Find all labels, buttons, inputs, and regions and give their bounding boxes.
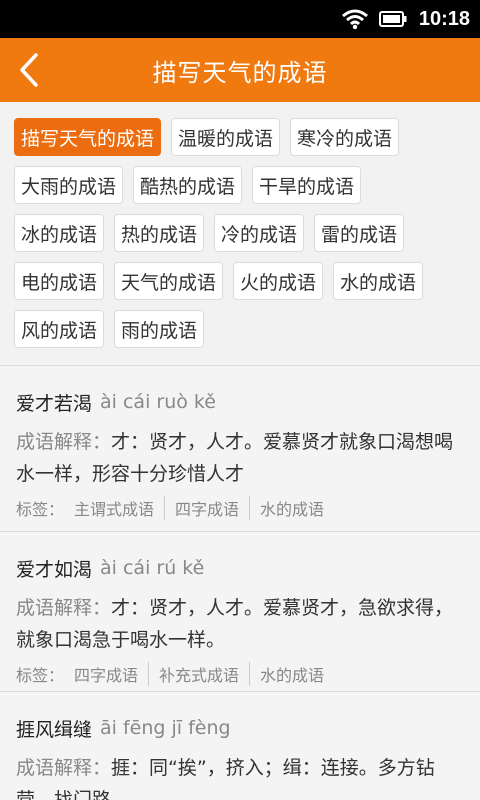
- wifi-icon: [341, 9, 368, 30]
- tag-scorching[interactable]: 酷热的成语: [133, 166, 243, 204]
- tag-ice[interactable]: 冰的成语: [14, 214, 105, 252]
- tag-water[interactable]: 水的成语: [333, 262, 424, 300]
- definition-label: 成语解释：: [16, 757, 112, 779]
- label-tag[interactable]: 补充式成语: [148, 662, 249, 686]
- labels-title: 标签：: [16, 500, 65, 519]
- tag-row: 电的成语 天气的成语 火的成语 水的成语: [14, 262, 468, 300]
- tag-weather-general[interactable]: 天气的成语: [114, 262, 224, 300]
- tag-lightning[interactable]: 电的成语: [14, 262, 105, 300]
- tag-row: 冰的成语 热的成语 冷的成语 雷的成语: [14, 214, 468, 252]
- idiom-labels: 标签： 四字成语 补充式成语 水的成语: [16, 660, 464, 688]
- idiom-labels: 标签： 主谓式成语 四字成语 水的成语: [16, 494, 464, 522]
- status-bar: 10:18: [0, 0, 480, 38]
- label-tag[interactable]: 主谓式成语: [64, 496, 164, 520]
- label-tag[interactable]: 水的成语: [249, 662, 334, 686]
- tag-thunder[interactable]: 雷的成语: [314, 214, 405, 252]
- tag-row: 风的成语 雨的成语: [14, 310, 468, 348]
- tag-row: 大雨的成语 酷热的成语 干旱的成语: [14, 166, 468, 204]
- label-tag[interactable]: 四字成语: [164, 496, 249, 520]
- tag-fire[interactable]: 火的成语: [233, 262, 324, 300]
- tag-hot[interactable]: 热的成语: [114, 214, 205, 252]
- definition-label: 成语解释：: [16, 597, 112, 619]
- idiom-heading: 捱风缉缝 āi fēng jī fèng: [16, 714, 464, 742]
- tag-wind[interactable]: 风的成语: [14, 310, 105, 348]
- idiom-list[interactable]: 爱才若渴 ài cái ruò kě 成语解释：才：贤才，人才。爱慕贤才就象口渴…: [0, 366, 480, 800]
- tag-warm[interactable]: 温暖的成语: [171, 118, 281, 156]
- tag-row: 描写天气的成语 温暖的成语 寒冷的成语: [14, 118, 468, 156]
- idiom-definition: 成语解释：才：贤才，人才。爱慕贤才就象口渴想喝水一样，形容十分珍惜人才: [16, 426, 464, 490]
- labels-title: 标签：: [16, 666, 65, 685]
- tag-cold[interactable]: 寒冷的成语: [290, 118, 400, 156]
- status-time: 10:18: [418, 7, 470, 30]
- tag-chilly[interactable]: 冷的成语: [214, 214, 305, 252]
- tag-drought[interactable]: 干旱的成语: [252, 166, 362, 204]
- idiom-pinyin: ài cái rú kě: [100, 557, 205, 579]
- idiom-pinyin: ài cái ruò kě: [100, 391, 216, 413]
- app-bar: 描写天气的成语: [0, 38, 480, 102]
- list-item[interactable]: 爱才如渴 ài cái rú kě 成语解释：才：贤才，人才。爱慕贤才，急欲求得…: [0, 532, 480, 692]
- category-tags: 描写天气的成语 温暖的成语 寒冷的成语 大雨的成语 酷热的成语 干旱的成语 冰的…: [0, 102, 480, 366]
- battery-icon: [378, 11, 407, 27]
- idiom-pinyin: āi fēng jī fèng: [100, 717, 231, 739]
- label-tag[interactable]: 水的成语: [249, 496, 334, 520]
- tag-weather[interactable]: 描写天气的成语: [14, 118, 162, 156]
- idiom-word: 捱风缉缝: [16, 718, 93, 741]
- idiom-word: 爱才如渴: [16, 558, 93, 581]
- list-item[interactable]: 爱才若渴 ài cái ruò kě 成语解释：才：贤才，人才。爱慕贤才就象口渴…: [0, 366, 480, 532]
- page-title: 描写天气的成语: [152, 58, 328, 87]
- idiom-definition: 成语解释：捱：同“挨”，挤入；缉：连接。多方钻营，找门路。: [16, 752, 464, 800]
- idiom-heading: 爱才若渴 ài cái ruò kě: [16, 388, 464, 416]
- chevron-left-icon: [20, 53, 38, 87]
- label-tag[interactable]: 四字成语: [64, 662, 148, 686]
- definition-label: 成语解释：: [16, 431, 112, 453]
- idiom-definition: 成语解释：才：贤才，人才。爱慕贤才，急欲求得，就象口渴急于喝水一样。: [16, 592, 464, 656]
- tag-rain[interactable]: 雨的成语: [114, 310, 205, 348]
- back-button[interactable]: [14, 50, 44, 90]
- idiom-word: 爱才若渴: [16, 392, 93, 415]
- tag-heavy-rain[interactable]: 大雨的成语: [14, 166, 124, 204]
- list-item[interactable]: 捱风缉缝 āi fēng jī fèng 成语解释：捱：同“挨”，挤入；缉：连接…: [0, 692, 480, 800]
- idiom-heading: 爱才如渴 ài cái rú kě: [16, 554, 464, 582]
